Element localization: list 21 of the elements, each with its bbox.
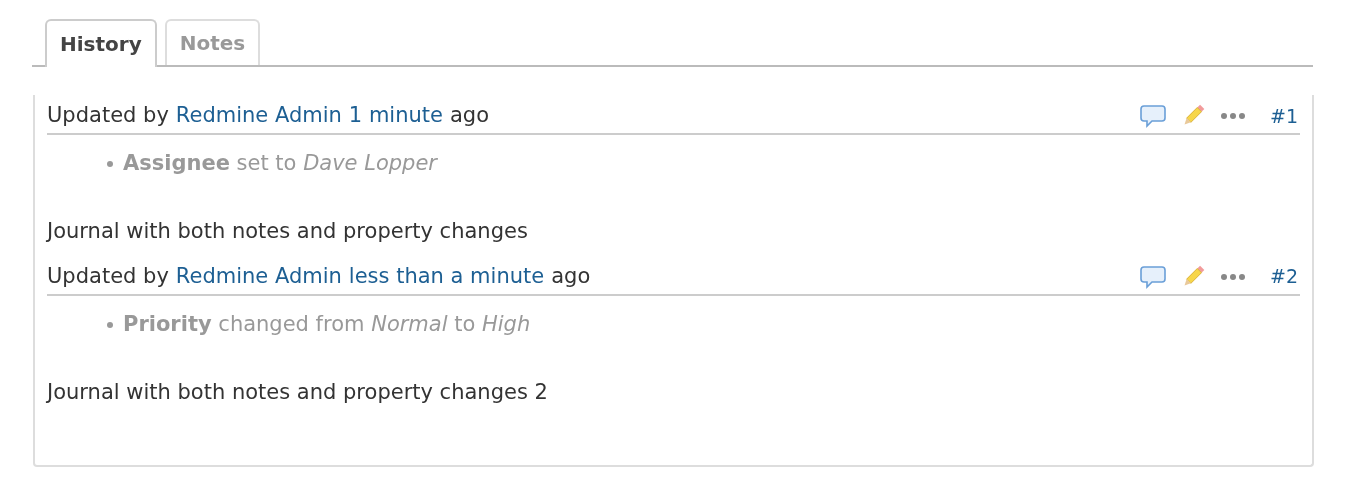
time-link[interactable]: 1 minute: [348, 100, 443, 132]
journal-number-link[interactable]: #1: [1270, 101, 1298, 131]
journal-notes: Journal with both notes and property changes 2: [47, 378, 549, 406]
journal-number-link[interactable]: #2: [1270, 262, 1298, 291]
author-link[interactable]: Redmine Admin: [175, 100, 342, 132]
bullet-icon: [107, 161, 113, 167]
more-icon[interactable]: [1220, 112, 1246, 120]
speech-bubble-icon[interactable]: [1140, 264, 1166, 289]
tab[interactable]: History: [45, 19, 157, 67]
time-link[interactable]: less than a minute: [348, 260, 545, 293]
ago-text: ago: [449, 102, 489, 130]
property-change-text: Assignee set to Dave Lopper: [123, 150, 437, 178]
bullet-icon: [107, 321, 113, 328]
more-icon[interactable]: [1220, 272, 1246, 281]
updated-by-text: Updated by: [47, 262, 169, 290]
updated-by-text: Updated by: [47, 102, 169, 130]
speech-bubble-icon[interactable]: [1140, 104, 1166, 128]
journal-notes: Journal with both notes and property changes: [47, 218, 529, 245]
property-change-text: Priority changed from Normal to High: [123, 310, 531, 338]
ago-text: ago: [551, 262, 591, 290]
author-link[interactable]: Redmine Admin: [175, 260, 342, 293]
